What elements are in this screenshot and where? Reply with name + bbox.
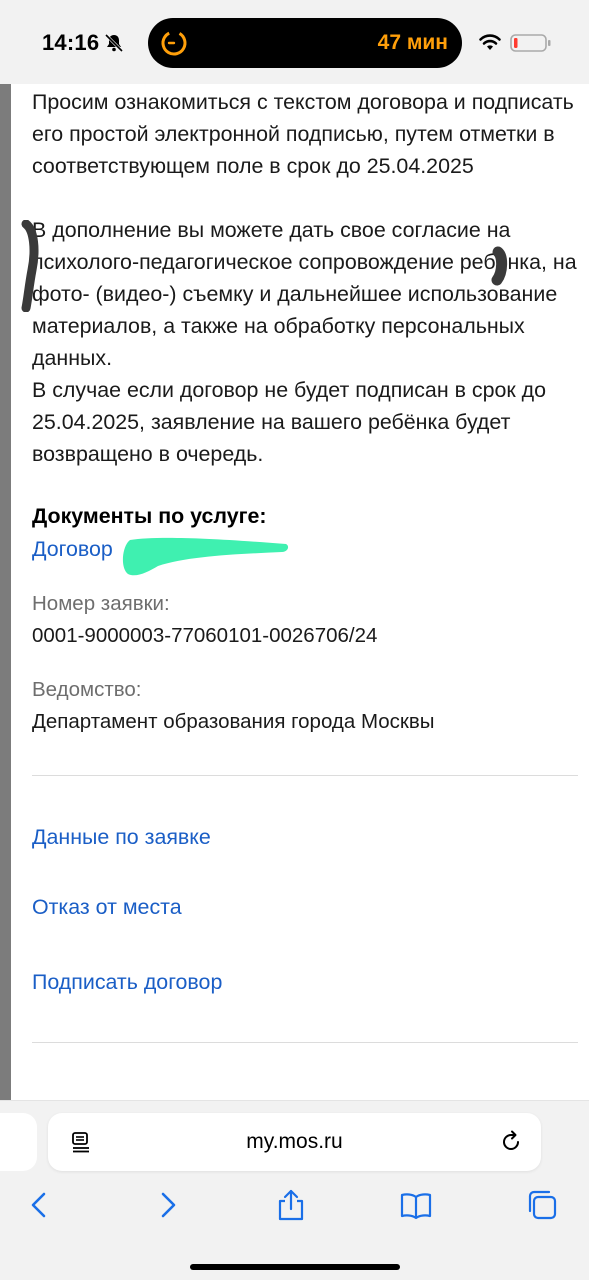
browser-toolbar: my.mos.ru	[0, 1100, 589, 1280]
divider	[32, 775, 578, 776]
address-bar[interactable]: my.mos.ru	[48, 1113, 541, 1171]
service-details: Просим ознакомиться с текстом договора и…	[0, 84, 589, 1100]
wifi-icon	[479, 34, 501, 50]
application-number-label: Номер заявки:	[32, 592, 170, 615]
previous-tab[interactable]	[0, 1113, 37, 1171]
island-timer-text: 47 мин	[377, 31, 448, 54]
home-indicator	[190, 1264, 400, 1270]
documents-heading: Документы по услуге:	[32, 504, 267, 528]
forward-icon[interactable]	[152, 1189, 184, 1221]
status-bar: 14:16 47 мин	[0, 0, 589, 84]
divider	[32, 1042, 578, 1043]
department-label: Ведомство:	[32, 678, 142, 701]
sign-instructions: Просим ознакомиться с текстом договора и…	[32, 90, 574, 178]
url-text: my.mos.ru	[246, 1130, 343, 1153]
sign-contract-link[interactable]: Подписать договор	[32, 970, 222, 995]
battery-icon	[510, 34, 551, 52]
share-icon[interactable]	[275, 1189, 307, 1221]
timer-icon	[161, 30, 187, 56]
bookmarks-icon[interactable]	[400, 1189, 432, 1221]
redaction-mark	[21, 220, 39, 312]
dynamic-island[interactable]: 47 мин	[148, 18, 462, 68]
back-icon[interactable]	[23, 1189, 55, 1221]
application-data-link[interactable]: Данные по заявке	[32, 825, 211, 850]
redaction-mark	[491, 246, 508, 286]
side-scroll-bar	[0, 84, 11, 1100]
status-time: 14:16	[42, 30, 100, 55]
consent-info: В дополнение вы можете дать свое согласи…	[32, 218, 577, 370]
reload-icon[interactable]	[499, 1130, 523, 1154]
tabs-icon[interactable]	[526, 1189, 558, 1221]
application-number: 0001-9000003-77060101-0026706/24	[32, 624, 378, 647]
contract-document-link[interactable]: Договор	[32, 537, 113, 562]
department-name: Департамент образования города Москвы	[32, 710, 435, 733]
decline-place-link[interactable]: Отказ от места	[32, 895, 182, 920]
bell-muted-icon	[104, 33, 124, 53]
redaction-mark	[122, 537, 289, 576]
deadline-warning: В случае если договор не будет подписан …	[32, 378, 547, 466]
